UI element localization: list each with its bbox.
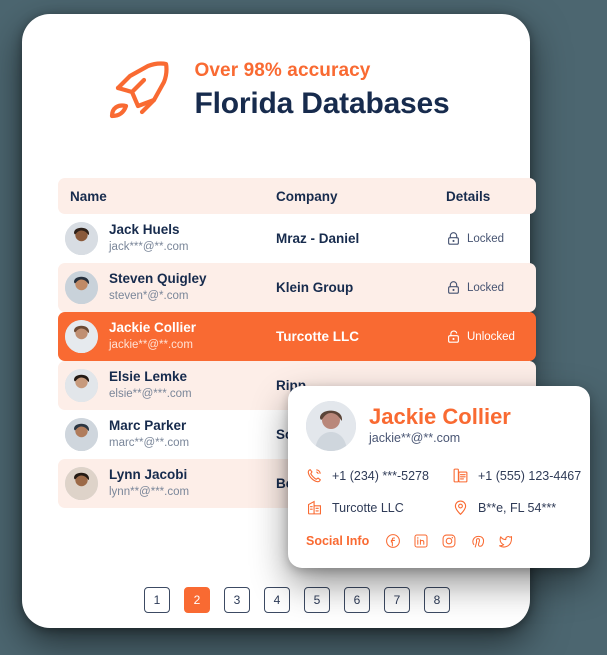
lock-closed-icon: [446, 280, 461, 295]
contact-email: jackie**@**.com: [109, 338, 193, 351]
pinterest-icon[interactable]: [469, 533, 485, 549]
lock-closed-icon: [446, 231, 461, 246]
contact-company: Klein Group: [276, 279, 354, 295]
pagination-page-4[interactable]: 4: [264, 587, 290, 613]
table-header-row: Name Company Details: [58, 178, 536, 214]
social-info-row: Social Info: [306, 533, 572, 549]
contact-name: Steven Quigley: [109, 271, 207, 287]
avatar: [65, 369, 98, 402]
detail-card-fields: +1 (234) ***-5278 +1 (555) 123-4467 Turcot…: [306, 467, 581, 516]
status-badge[interactable]: Locked: [446, 280, 534, 295]
pagination-page-8[interactable]: 8: [424, 587, 450, 613]
hero-header: Over 98% accuracy Florida Databases: [22, 54, 530, 128]
column-header-company: Company: [276, 188, 338, 204]
detail-field: Turcotte LLC: [306, 499, 446, 516]
contact-email: elsie**@***.com: [109, 387, 192, 400]
table-row[interactable]: Jackie Collier jackie**@**.com Turcotte LL…: [58, 312, 536, 361]
status-badge[interactable]: Locked: [446, 231, 534, 246]
detail-card-name: Jackie Collier: [369, 404, 511, 430]
avatar: [65, 320, 98, 353]
contact-detail-card[interactable]: Jackie Collier jackie**@**.com +1 (234) …: [288, 386, 590, 568]
detail-field-value: +1 (234) ***-5278: [332, 468, 429, 483]
table-row[interactable]: Steven Quigley steven*@*.com Klein Group Lo…: [58, 263, 536, 312]
rocket-icon: [102, 54, 176, 128]
screenshot-stage: Over 98% accuracy Florida Databases Name…: [0, 0, 607, 655]
detail-card-email: jackie**@**.com: [369, 431, 461, 446]
contact-email: lynn**@***.com: [109, 485, 190, 498]
contact-email: jack***@**.com: [109, 240, 189, 253]
contact-name: Jack Huels: [109, 222, 180, 238]
avatar: [65, 271, 98, 304]
detail-field-value: +1 (555) 123-4467: [478, 468, 582, 483]
fax-icon: [452, 467, 469, 484]
detail-field: +1 (234) ***-5278: [306, 467, 446, 484]
linkedin-icon[interactable]: [413, 533, 429, 549]
contact-name: Jackie Collier: [109, 320, 197, 336]
avatar: [306, 401, 356, 451]
contact-name: Elsie Lemke: [109, 369, 188, 385]
status-label: Locked: [467, 281, 505, 294]
twitter-icon[interactable]: [497, 533, 513, 549]
lock-open-icon: [446, 329, 461, 344]
status-label: Unlocked: [467, 330, 515, 343]
contact-company: Turcotte LLC: [276, 328, 359, 344]
detail-field-value: B**e, FL 54***: [478, 500, 557, 515]
detail-field-value: Turcotte LLC: [332, 500, 404, 515]
hero-subtitle: Over 98% accuracy: [194, 59, 371, 81]
pagination-page-1[interactable]: 1: [144, 587, 170, 613]
status-badge[interactable]: Unlocked: [446, 329, 534, 344]
contact-name: Marc Parker: [109, 418, 187, 434]
pagination-page-3[interactable]: 3: [224, 587, 250, 613]
pagination: 12345678: [58, 587, 536, 613]
detail-field: +1 (555) 123-4467: [452, 467, 581, 484]
contact-email: marc**@**.com: [109, 436, 190, 449]
instagram-icon[interactable]: [441, 533, 457, 549]
column-header-details: Details: [446, 188, 491, 204]
detail-card-header: Jackie Collier jackie**@**.com: [306, 401, 572, 451]
contact-name: Lynn Jacobi: [109, 467, 188, 483]
avatar: [65, 222, 98, 255]
status-label: Locked: [467, 232, 505, 245]
contact-email: steven*@*.com: [109, 289, 189, 302]
building-icon: [306, 499, 323, 516]
pagination-page-7[interactable]: 7: [384, 587, 410, 613]
avatar: [65, 418, 98, 451]
table-row[interactable]: Jack Huels jack***@**.com Mraz - Daniel Loc…: [58, 214, 536, 263]
pagination-page-6[interactable]: 6: [344, 587, 370, 613]
column-header-name: Name: [70, 188, 107, 204]
phone-icon: [306, 467, 323, 484]
pin-icon: [452, 499, 469, 516]
contact-company: Mraz - Daniel: [276, 230, 360, 246]
detail-field: B**e, FL 54***: [452, 499, 581, 516]
avatar: [65, 467, 98, 500]
page-title: Florida Databases: [194, 86, 450, 120]
pagination-page-5[interactable]: 5: [304, 587, 330, 613]
pagination-page-2[interactable]: 2: [184, 587, 210, 613]
social-info-label: Social Info: [306, 534, 370, 548]
facebook-icon[interactable]: [385, 533, 401, 549]
